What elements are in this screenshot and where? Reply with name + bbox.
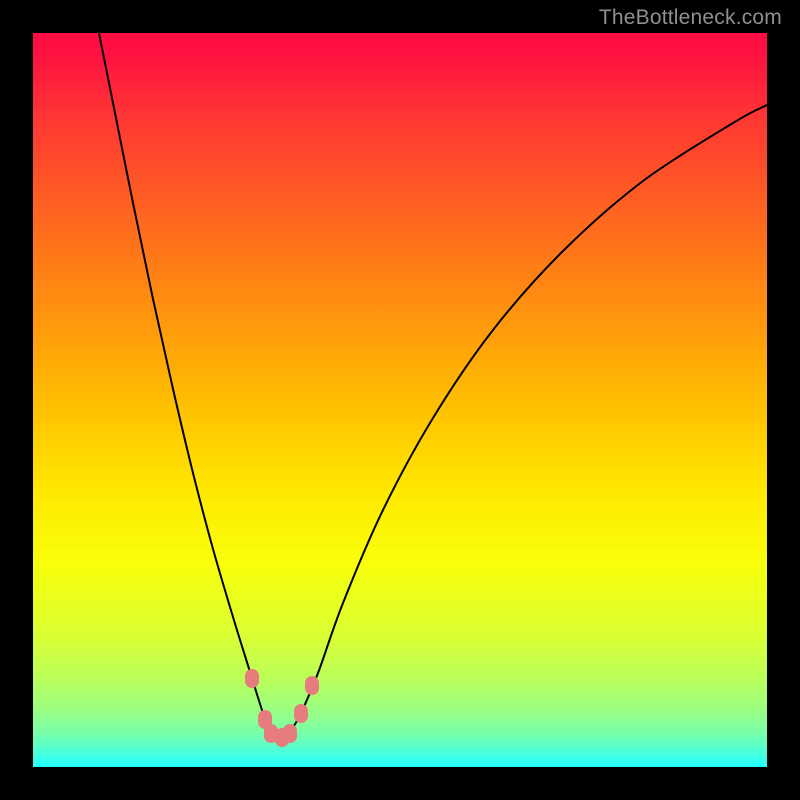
marker-left-upper [245, 669, 259, 688]
chart-frame: TheBottleneck.com [0, 0, 800, 800]
watermark-text: TheBottleneck.com [599, 6, 782, 30]
bottleneck-curve [33, 33, 767, 767]
marker-bottom-3 [283, 724, 297, 743]
marker-right-top [305, 676, 319, 695]
marker-right-upper [294, 704, 308, 723]
plot-area [33, 33, 767, 767]
